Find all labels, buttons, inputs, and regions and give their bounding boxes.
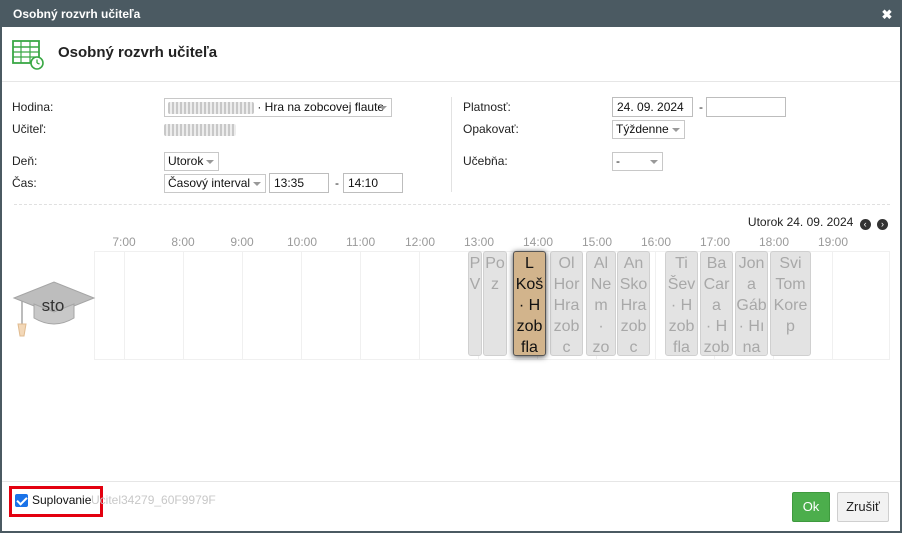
chevron-down-icon xyxy=(253,182,261,186)
hour-label: 15:00 xyxy=(582,235,613,249)
opakovat-label: Opakovať: xyxy=(463,122,519,136)
ucebna-select[interactable]: - xyxy=(612,152,663,171)
den-select[interactable]: Utorok xyxy=(164,152,219,171)
timeline-date: Utorok 24. 09. 2024 xyxy=(747,215,854,229)
date-navigation: Utorok 24. 09. 2024 ‹ › xyxy=(748,215,888,230)
arrow-right-circle-icon[interactable]: › xyxy=(877,219,888,230)
lesson-block[interactable]: Ol Hor Hra zobc fla xyxy=(550,251,583,356)
platnost-label: Platnosť: xyxy=(463,100,511,114)
lesson-block[interactable]: An Sko Hra zobc fla xyxy=(617,251,650,356)
hour-label: 18:00 xyxy=(759,235,790,249)
platnost-dash: - xyxy=(699,100,703,114)
lesson-block[interactable]: Ti Šev · H zob fla xyxy=(665,251,698,356)
page-title: Osobný rozvrh učiteľa xyxy=(58,44,218,61)
lesson-block[interactable]: Jona Gáb · Hı na trúb xyxy=(735,251,768,356)
column-divider xyxy=(451,97,452,192)
chevron-down-icon xyxy=(672,128,680,132)
hodina-value: · Hra na zobcovej flaute xyxy=(257,100,385,114)
suplovanie-label[interactable]: Suplovanie xyxy=(32,493,91,507)
cas-from-input[interactable]: 13:35 xyxy=(269,173,329,193)
dialog-titlebar: Osobný rozvrh učiteľa xyxy=(2,2,900,27)
ucitel-value-redacted xyxy=(164,122,236,136)
hodina-select[interactable]: · Hra na zobcovej flaute xyxy=(164,98,392,117)
room-label: sto xyxy=(41,296,65,315)
hour-gridline xyxy=(832,251,833,360)
hour-label: 11:00 xyxy=(346,235,376,249)
lesson-block[interactable]: Po z xyxy=(483,251,507,356)
footer-divider xyxy=(2,481,900,482)
selected-lesson-block[interactable]: L Koš · H zob fla xyxy=(513,251,546,356)
platnost-from-input[interactable]: 24. 09. 2024 xyxy=(612,97,693,117)
hodina-label: Hodina: xyxy=(12,100,54,114)
cancel-button[interactable]: Zrušiť xyxy=(837,492,889,522)
teacher-id-watermark: Ucitel34279_60F9979F xyxy=(91,493,216,507)
hour-gridline xyxy=(242,251,243,360)
hour-label: 17:00 xyxy=(700,235,731,249)
header-divider xyxy=(2,81,900,82)
dialog-title: Osobný rozvrh učiteľa xyxy=(13,7,141,21)
hour-label: 10:00 xyxy=(287,235,318,249)
cas-dash: - xyxy=(335,176,339,190)
hour-label: 12:00 xyxy=(405,235,436,249)
opakovat-select[interactable]: Týždenne xyxy=(612,120,685,139)
lesson-block[interactable]: Svi Tom Korep xyxy=(770,251,811,356)
hour-label: 7:00 xyxy=(112,235,136,249)
hour-label: 19:00 xyxy=(818,235,849,249)
hour-gridline xyxy=(360,251,361,360)
cas-to-input[interactable]: 14:10 xyxy=(343,173,403,193)
ucebna-value: - xyxy=(616,154,620,168)
arrow-left-circle-icon[interactable]: ‹ xyxy=(859,219,871,230)
hour-gridline xyxy=(183,251,184,360)
close-icon[interactable]: ✖ xyxy=(880,2,894,27)
cas-type-value: Časový interval xyxy=(168,176,251,190)
cas-label: Čas: xyxy=(12,176,37,190)
den-label: Deň: xyxy=(12,154,38,168)
hour-label: 14:00 xyxy=(523,235,554,249)
lesson-block[interactable]: P V xyxy=(468,251,482,356)
hour-label: 13:00 xyxy=(464,235,495,249)
redacted-subject-prefix xyxy=(168,101,254,114)
cas-type-select[interactable]: Časový interval xyxy=(164,174,266,193)
ucebna-label: Učebňa: xyxy=(463,154,508,168)
suplovanie-checkbox[interactable] xyxy=(15,494,28,507)
chevron-down-icon xyxy=(379,106,387,110)
opakovat-value: Týždenne xyxy=(616,122,669,136)
hour-gridline xyxy=(124,251,125,360)
ucitel-label: Učiteľ: xyxy=(12,122,47,136)
hour-gridline xyxy=(301,251,302,360)
lesson-block[interactable]: Al Nem · zo fla xyxy=(586,251,616,356)
timetable-clock-icon xyxy=(12,40,44,70)
hour-label: 8:00 xyxy=(171,235,195,249)
section-divider xyxy=(14,204,890,205)
dialog-window: Osobný rozvrh učiteľa ✖ Osobný rozvrh uč… xyxy=(0,0,902,533)
platnost-to-input[interactable] xyxy=(706,97,786,117)
chevron-down-icon xyxy=(206,160,214,164)
ok-button[interactable]: Ok xyxy=(792,492,830,522)
hour-label: 16:00 xyxy=(641,235,672,249)
lesson-block[interactable]: Ba Cara · H zob fl xyxy=(700,251,733,356)
hour-gridline xyxy=(419,251,420,360)
chevron-down-icon xyxy=(650,160,658,164)
den-value: Utorok xyxy=(168,154,204,168)
hour-label: 9:00 xyxy=(230,235,254,249)
hour-gridline xyxy=(655,251,656,360)
